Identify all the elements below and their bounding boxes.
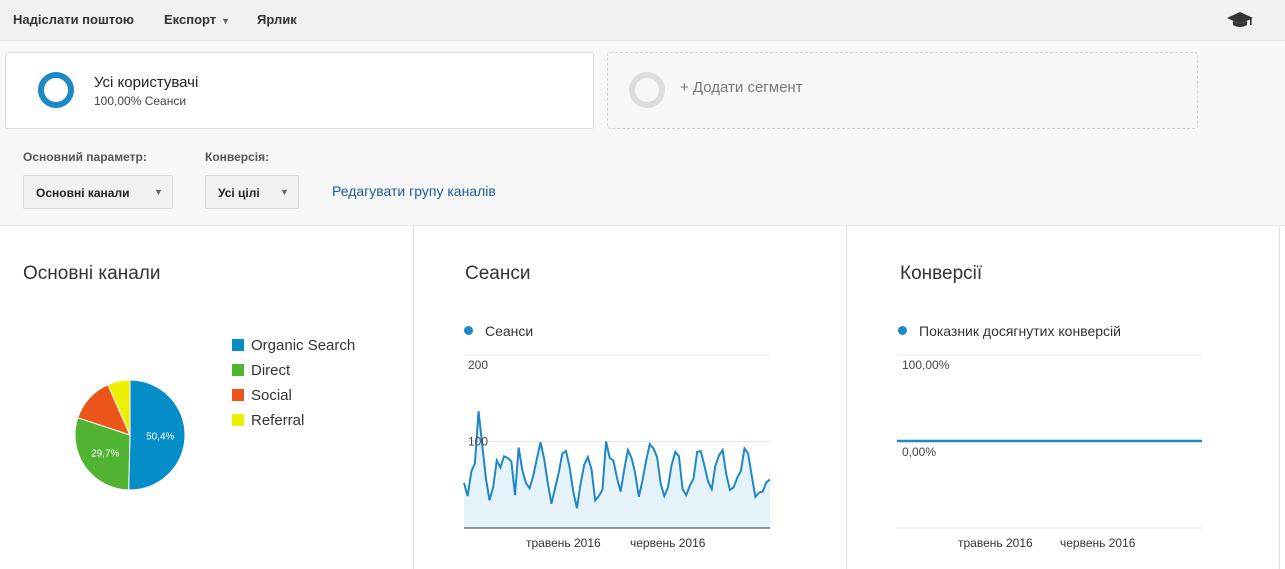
series-dot-icon <box>464 326 473 335</box>
conversions-chart: 100,00% 0,00% травень 2016 червень 2016 <box>897 354 1202 550</box>
chevron-down-icon: ▼ <box>280 187 289 197</box>
panel-divider <box>1279 226 1280 569</box>
conversion-label: Конверсія: <box>205 150 270 164</box>
conversions-panel-title: Конверсії <box>900 263 983 284</box>
segment-title: Усі користувачі <box>94 74 199 91</box>
legend-label: Social <box>251 387 292 404</box>
empty-segment-ring-icon <box>629 72 665 108</box>
sessions-series-label: Сеанси <box>464 323 533 339</box>
legend-item[interactable]: Direct <box>232 362 290 379</box>
chevron-down-icon: ▼ <box>154 187 163 197</box>
legend-swatch <box>232 414 244 426</box>
y-tick-label: 100 <box>468 435 488 449</box>
shortcut-button[interactable]: Ярлик <box>257 12 297 27</box>
sessions-series-name: Сеанси <box>485 323 534 339</box>
series-dot-icon <box>898 326 907 335</box>
segment-all-users[interactable]: Усі користувачі 100,00% Сеанси <box>5 52 594 129</box>
y-tick-label: 100,00% <box>902 358 950 372</box>
conversion-value: Усі цілі <box>218 186 260 200</box>
sessions-chart: 200 100 травень 2016 червень 2016 <box>463 354 771 550</box>
export-label: Експорт <box>164 12 217 27</box>
legend-label: Organic Search <box>251 337 356 354</box>
segment-ring-icon <box>38 72 74 108</box>
y-tick-label: 0,00% <box>902 445 936 459</box>
legend-item[interactable]: Referral <box>232 412 304 429</box>
y-tick-label: 200 <box>468 358 488 372</box>
legend-item[interactable]: Organic Search <box>232 337 355 354</box>
primary-dimension-value: Основні канали <box>36 186 130 200</box>
x-tick-label: червень 2016 <box>630 536 706 550</box>
graduation-cap-icon[interactable] <box>1226 10 1254 30</box>
x-tick-label: травень 2016 <box>526 536 601 550</box>
pie-data-label: 29,7% <box>91 448 119 459</box>
sessions-area-fill <box>464 411 770 528</box>
x-tick-label: травень 2016 <box>958 536 1033 550</box>
panel-divider <box>846 226 847 569</box>
segment-subtitle: 100,00% Сеанси <box>94 94 187 108</box>
legend-swatch <box>232 389 244 401</box>
panel-divider <box>413 226 414 569</box>
pie-data-label: 50,4% <box>146 431 174 442</box>
x-tick-label: червень 2016 <box>1060 536 1136 550</box>
channels-pie-chart: 50,4% 29,7% <box>74 379 186 491</box>
edit-channel-group-link[interactable]: Редагувати групу каналів <box>332 183 496 199</box>
conversion-dropdown[interactable]: Усі цілі ▼ <box>205 175 299 209</box>
report-toolbar: Надіслати поштою Експорт ▼ Ярлик <box>0 0 1285 41</box>
legend-item[interactable]: Social <box>232 387 292 404</box>
legend-label: Referral <box>251 412 305 429</box>
sessions-panel-title: Сеанси <box>465 263 531 284</box>
chevron-down-icon: ▼ <box>221 16 231 26</box>
conversions-series-label: Показник досягнутих конверсій <box>898 323 1121 339</box>
legend-label: Direct <box>251 362 291 379</box>
channels-panel-title: Основні канали <box>23 263 161 284</box>
primary-dimension-dropdown[interactable]: Основні канали ▼ <box>23 175 173 209</box>
legend-swatch <box>232 339 244 351</box>
legend-swatch <box>232 364 244 376</box>
email-button[interactable]: Надіслати поштою <box>13 12 134 27</box>
add-segment-label: + Додати сегмент <box>680 79 803 96</box>
conversions-series-name: Показник досягнутих конверсій <box>919 323 1121 339</box>
export-button[interactable]: Експорт ▼ <box>164 12 230 27</box>
primary-dimension-label: Основний параметр: <box>23 150 147 164</box>
add-segment-button[interactable]: + Додати сегмент <box>607 52 1198 129</box>
